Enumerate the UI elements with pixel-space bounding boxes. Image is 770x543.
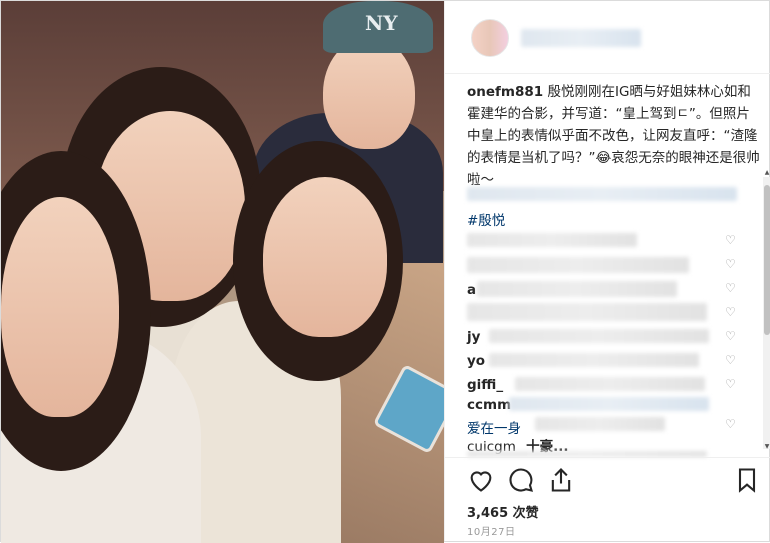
post-actions: 3,465 次赞 10月27日: [445, 457, 770, 542]
heart-icon[interactable]: ♡: [725, 282, 737, 294]
post-date: 10月27日: [467, 527, 516, 538]
heart-icon[interactable]: [467, 466, 495, 494]
comment-redacted-5: [489, 329, 709, 343]
comment-redacted-1: [467, 233, 637, 247]
username-redacted[interactable]: [521, 29, 641, 47]
avatar[interactable]: [471, 19, 509, 57]
comment-username[interactable]: jy: [467, 329, 480, 345]
comment-username[interactable]: 爱在一身: [467, 417, 521, 437]
share-icon[interactable]: [547, 466, 575, 494]
comment-redacted-8: [509, 397, 709, 411]
comment-redacted-4: [467, 303, 707, 321]
instagram-post-window: NY onefm881 殷悦刚刚在IG晒与好姐妹林心如和霍建华的合影，并写道：“…: [0, 0, 770, 543]
heart-icon[interactable]: ♡: [725, 306, 737, 318]
scroll-down-arrow[interactable]: ▼: [763, 443, 770, 451]
photo-man-face: [323, 37, 415, 149]
hashtag-link[interactable]: #殷悦: [467, 209, 505, 229]
comment-redacted-7: [515, 377, 705, 391]
scroll-up-arrow[interactable]: ▲: [763, 169, 770, 177]
post-header: [445, 1, 770, 74]
comment-username[interactable]: yo: [467, 353, 485, 369]
like-count[interactable]: 3,465 次赞: [467, 502, 539, 521]
photo-woman1-face: [1, 197, 119, 417]
comment-redacted-9: [535, 417, 665, 431]
comment-username[interactable]: a: [467, 282, 476, 298]
post-photo[interactable]: NY: [1, 1, 444, 543]
photo-cap-logo: NY: [365, 11, 398, 35]
comment-redacted-2: [467, 257, 689, 273]
comments-scrollbar[interactable]: [763, 177, 770, 449]
post-sidebar: onefm881 殷悦刚刚在IG晒与好姐妹林心如和霍建华的合影，并写道：“皇上驾…: [444, 1, 770, 541]
caption-username[interactable]: onefm881: [467, 84, 543, 100]
redacted-line: [467, 187, 737, 201]
comment-username[interactable]: giffi_: [467, 377, 503, 393]
heart-icon[interactable]: ♡: [725, 330, 737, 342]
comment-redacted-3: [477, 281, 677, 297]
bookmark-icon[interactable]: [733, 466, 761, 494]
photo-woman3-face: [263, 177, 387, 337]
heart-icon[interactable]: ♡: [725, 354, 737, 366]
post-caption: onefm881 殷悦刚刚在IG晒与好姐妹林心如和霍建华的合影，并写道：“皇上驾…: [467, 81, 763, 191]
comment-redacted-6: [489, 353, 699, 367]
heart-icon[interactable]: ♡: [725, 378, 737, 390]
heart-icon[interactable]: ♡: [725, 418, 737, 430]
heart-icon[interactable]: ♡: [725, 258, 737, 270]
scrollbar-thumb[interactable]: [764, 185, 770, 335]
comment-icon[interactable]: [507, 466, 535, 494]
comment-username[interactable]: ccmm: [467, 397, 511, 413]
heart-icon[interactable]: ♡: [725, 234, 737, 246]
